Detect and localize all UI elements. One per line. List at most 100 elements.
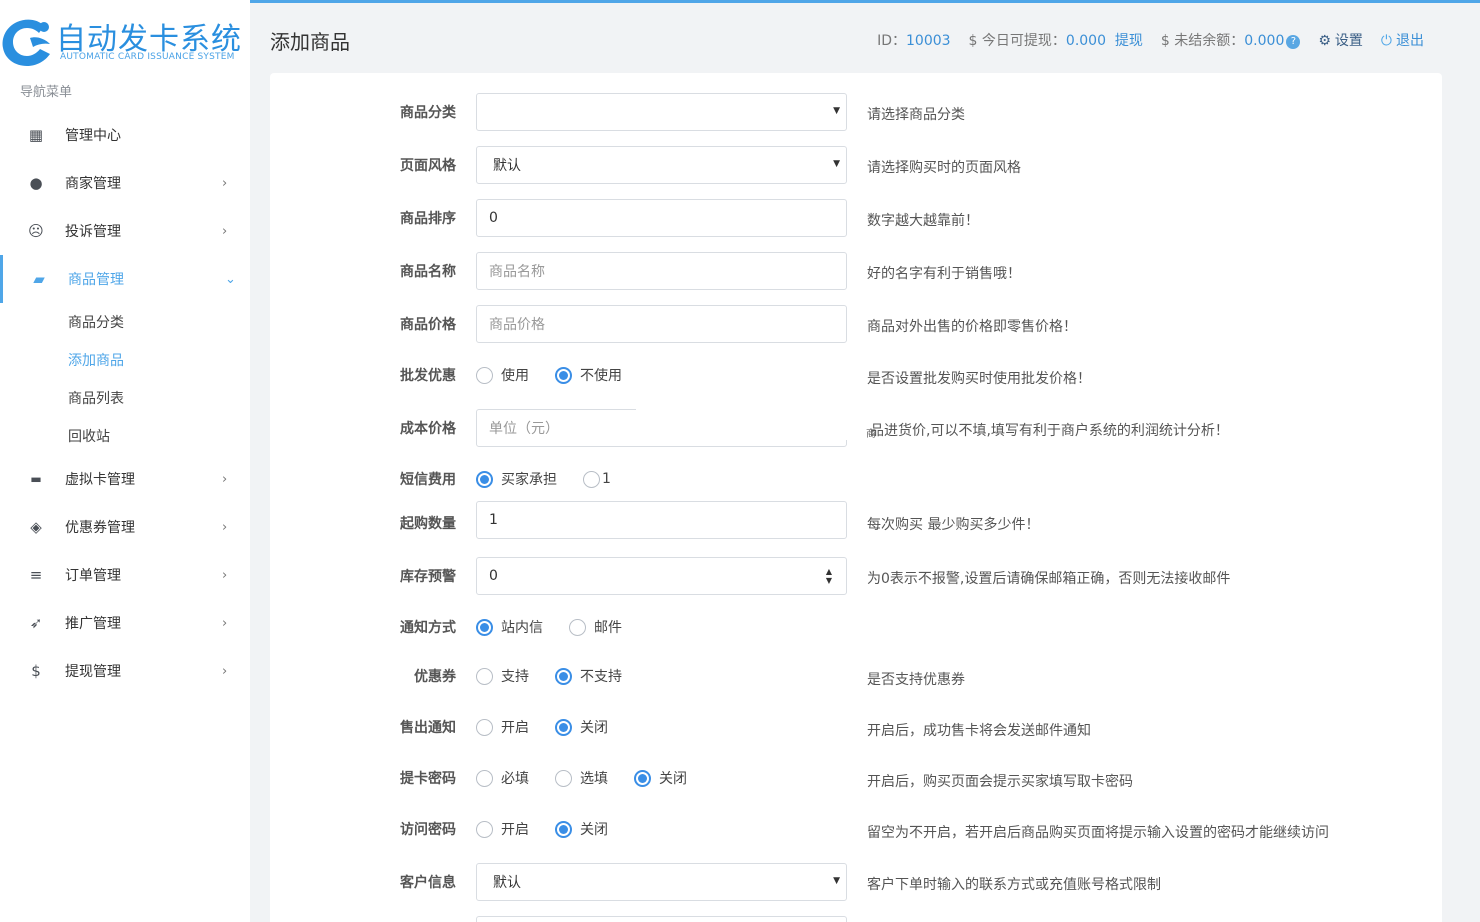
spinner-icon[interactable]: ▲ ▼ xyxy=(826,567,832,585)
radio-circle xyxy=(476,820,493,838)
help-cost: 品进货价,可以不填,填写有利于商户系统的利润统计分析！ xyxy=(870,423,1229,439)
sidebar-item-dashboard[interactable]: ▦ 管理中心 xyxy=(0,111,250,159)
unsettled-balance: $ 未结余额：0.000? xyxy=(1160,30,1301,50)
card-pwd-radio-optional[interactable]: 选填 xyxy=(555,768,608,788)
radio-label: 站内信 xyxy=(501,620,543,636)
sidebar-item-coupons[interactable]: ◈ 优惠券管理 › xyxy=(0,503,250,551)
radio-label: 支持 xyxy=(501,669,529,685)
sort-input[interactable]: 0 xyxy=(476,199,847,237)
logout-link[interactable]: ⏻ 退出 xyxy=(1381,30,1424,50)
label-coupon: 优惠券 xyxy=(414,669,456,685)
logo-mark-icon xyxy=(2,19,50,67)
coupon-radio-support[interactable]: 支持 xyxy=(476,666,529,686)
stock-alert-input[interactable]: 0 ▲ ▼ xyxy=(476,557,847,595)
radio-circle xyxy=(555,366,572,384)
dollar-icon: $ xyxy=(31,662,41,680)
tag-icon: ◈ xyxy=(30,518,42,536)
radio-label: 买家承担 xyxy=(501,472,557,488)
wholesale-radio-use[interactable]: 使用 xyxy=(476,365,529,385)
chevron-right-icon: › xyxy=(222,615,228,631)
sidebar-subitem-add-product[interactable]: 添加商品 xyxy=(0,341,250,379)
unsettled-label: $ 未结余额： xyxy=(1160,33,1245,49)
credit-card-icon: ▬ xyxy=(30,472,42,486)
label-style: 页面风格 xyxy=(400,158,456,174)
user-icon: ● xyxy=(29,174,43,192)
sidebar-item-complaints[interactable]: ☹ 投诉管理 › xyxy=(0,207,250,255)
sidebar-item-products[interactable]: ▰ 商品管理 ⌄ xyxy=(0,255,250,303)
radio-label: 关闭 xyxy=(659,771,687,787)
label-notify: 通知方式 xyxy=(400,620,456,636)
id-value: 10003 xyxy=(906,33,951,49)
notify-radio-site[interactable]: 站内信 xyxy=(476,617,543,637)
sidebar-item-label: 推广管理 xyxy=(65,616,121,632)
wholesale-radio-group: 使用 不使用 xyxy=(476,365,648,385)
card-pwd-radio-required[interactable]: 必填 xyxy=(476,768,529,788)
label-price: 商品价格 xyxy=(400,317,456,333)
chevron-right-icon: › xyxy=(222,175,228,191)
category-select[interactable]: ▼ xyxy=(476,93,847,131)
label-card-pwd: 提卡密码 xyxy=(400,771,456,787)
sold-notify-radio-group: 开启 关闭 xyxy=(476,717,634,737)
sold-notify-radio-on[interactable]: 开启 xyxy=(476,717,529,737)
name-input[interactable]: 商品名称 xyxy=(476,252,847,290)
help-style: 请选择购买时的页面风格 xyxy=(867,160,1021,176)
page-title: 添加商品 xyxy=(270,30,350,54)
help-icon[interactable]: ? xyxy=(1286,35,1301,49)
coupon-radio-unsupported[interactable]: 不支持 xyxy=(555,666,622,686)
sidebar-item-orders[interactable]: ≡ 订单管理 › xyxy=(0,551,250,599)
radio-label: 关闭 xyxy=(580,720,608,736)
withdraw-link[interactable]: 提现 xyxy=(1115,33,1143,49)
help-wholesale: 是否设置批发购买时使用批发价格！ xyxy=(867,371,1091,387)
next-field-partial[interactable] xyxy=(476,916,847,922)
logo[interactable]: 自动发卡系统 AUTOMATIC CARD ISSUANCE SYSTEM xyxy=(0,12,250,72)
sidebar-subitem-product-list[interactable]: 商品列表 xyxy=(0,379,250,417)
chevron-right-icon: › xyxy=(222,567,228,583)
help-card-pwd: 开启后，购买页面会提示买家填写取卡密码 xyxy=(867,774,1133,790)
sidebar-subitem-categories[interactable]: 商品分类 xyxy=(0,303,250,341)
sidebar-item-label: 虚拟卡管理 xyxy=(65,472,135,488)
withdrawable-balance: $ 今日可提现：0.000 提现 xyxy=(969,30,1143,50)
withdrawable-label: $ 今日可提现： xyxy=(968,33,1066,49)
sidebar-item-merchants[interactable]: ● 商家管理 › xyxy=(0,159,250,207)
sms-radio-buyer[interactable]: 买家承担 xyxy=(476,469,557,489)
label-visit-pwd: 访问密码 xyxy=(400,822,456,838)
settings-label: 设置 xyxy=(1334,33,1363,49)
radio-circle xyxy=(569,618,586,636)
radio-label: 1 xyxy=(602,471,611,487)
help-cost-glyph: 商 xyxy=(866,429,876,440)
settings-link[interactable]: ⚙ 设置 xyxy=(1318,30,1363,50)
label-sms: 短信费用 xyxy=(400,472,456,488)
nav-caption: 导航菜单 xyxy=(20,85,73,100)
help-visit-pwd: 留空为不开启，若开启后商品购买页面将提示输入设置的密码才能继续访问 xyxy=(867,825,1329,841)
sidebar-item-virtual-cards[interactable]: ▬ 虚拟卡管理 › xyxy=(0,455,250,503)
chevron-right-icon: › xyxy=(222,519,228,535)
sidebar-subitem-recycle-bin[interactable]: 回收站 xyxy=(0,417,250,455)
help-name: 好的名字有利于销售哦！ xyxy=(867,266,1021,282)
visit-pwd-radio-group: 开启 关闭 xyxy=(476,819,634,839)
radio-label: 不支持 xyxy=(580,669,622,685)
visit-pwd-radio-off[interactable]: 关闭 xyxy=(555,819,608,839)
sidebar-item-label: 订单管理 xyxy=(65,568,121,584)
sidebar-item-withdraw[interactable]: $ 提现管理 › xyxy=(0,647,250,695)
label-customer: 客户信息 xyxy=(400,875,456,891)
sidebar-item-label: 优惠券管理 xyxy=(65,520,135,536)
notify-radio-email[interactable]: 邮件 xyxy=(569,617,622,637)
visit-pwd-radio-on[interactable]: 开启 xyxy=(476,819,529,839)
wholesale-radio-none[interactable]: 不使用 xyxy=(555,365,622,385)
price-input[interactable]: 商品价格 xyxy=(476,305,847,343)
id-label: ID： xyxy=(877,33,906,49)
image-artifact-mask xyxy=(636,409,856,440)
sms-radio-other[interactable]: 1 xyxy=(583,470,611,488)
customer-select[interactable]: 默认 ▼ xyxy=(476,863,847,901)
sold-notify-radio-off[interactable]: 关闭 xyxy=(555,717,608,737)
chevron-right-icon: › xyxy=(222,471,228,487)
sidebar-item-label: 管理中心 xyxy=(65,128,121,144)
style-select[interactable]: 默认 ▼ xyxy=(476,146,847,184)
chevron-right-icon: › xyxy=(222,663,228,679)
paper-plane-icon: ➶ xyxy=(29,614,43,632)
gear-icon: ⚙ xyxy=(1318,33,1331,49)
dashboard-icon: ▦ xyxy=(28,126,44,144)
card-pwd-radio-off[interactable]: 关闭 xyxy=(634,768,687,788)
sidebar-item-promotion[interactable]: ➶ 推广管理 › xyxy=(0,599,250,647)
min-qty-input[interactable]: 1 xyxy=(476,501,847,539)
